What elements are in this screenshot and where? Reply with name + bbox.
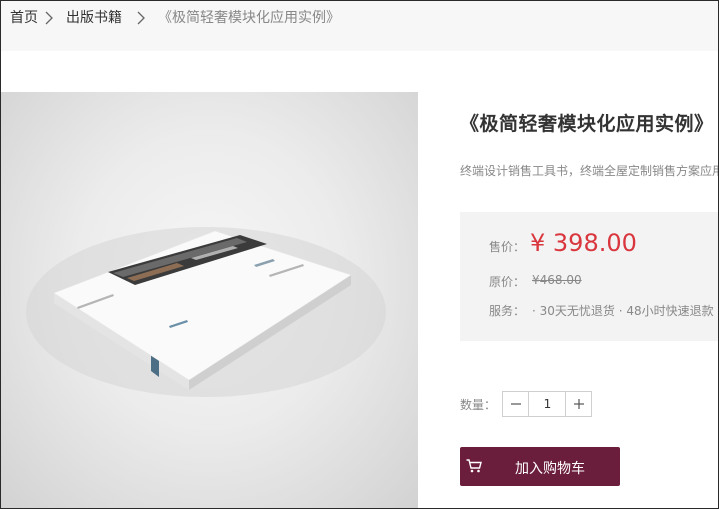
breadcrumb-home-link[interactable]: 首页 [10,8,38,28]
breadcrumb-current: 《极简轻奢模块化应用实例》 [158,10,340,26]
minus-icon [510,403,521,405]
quantity-increase-button[interactable] [565,392,591,416]
sale-price: ¥ 398.00 [530,229,637,257]
book-illustration [26,227,386,397]
chevron-right-icon [137,11,145,25]
service-label: 服务： [489,304,526,318]
quantity-decrease-button[interactable] [503,392,529,416]
breadcrumb-category-link[interactable]: 出版书籍 [66,8,122,28]
product-image [1,92,418,508]
price-box: 售价： ¥ 398.00 原价： ¥468.00 服务： · 30天无忧退货 ·… [460,212,719,341]
original-price-label: 原价： [489,275,526,289]
service-text: · 30天无忧退货 · 48小时快速退款 · [532,304,719,318]
breadcrumb: 首页 出版书籍 《极简轻奢模块化应用实例》 [1,1,718,51]
page-frame: 首页 出版书籍 《极简轻奢模块化应用实例》 《极简轻奢模块化应用实例》 终端设计… [0,0,719,509]
add-to-cart-button[interactable]: 加入购物车 [460,447,620,486]
original-price: ¥468.00 [532,273,582,287]
price-label: 售价： [489,240,526,254]
chevron-right-icon [45,11,53,25]
cart-icon [466,459,482,473]
add-to-cart-label: 加入购物车 [515,461,585,477]
quantity-label: 数量： [460,398,497,412]
quantity-input[interactable] [530,392,565,416]
plus-icon [573,399,584,409]
product-subtitle: 终端设计销售工具书，终端全屋定制销售方案应用 [460,164,719,178]
product-title: 《极简轻奢模块化应用实例》 [460,113,714,135]
quantity-stepper [502,391,592,417]
